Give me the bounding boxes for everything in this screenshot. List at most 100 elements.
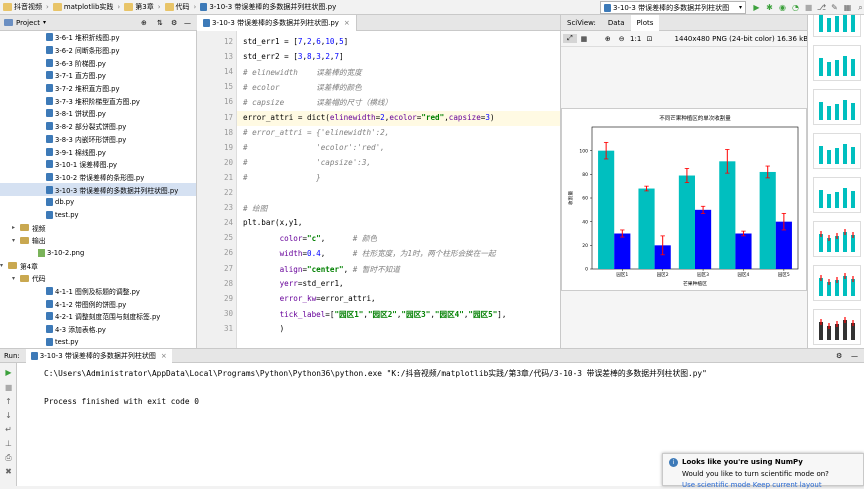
- close-icon[interactable]: ×: [344, 19, 350, 27]
- tree-file[interactable]: db.py: [0, 196, 196, 209]
- profile-icon[interactable]: ◔: [790, 2, 801, 13]
- editor-tab-current-file[interactable]: 3-10-3 带误差棒的多数据并列柱状图.py ×: [197, 15, 357, 31]
- tree-file[interactable]: 3-10-2.png: [0, 247, 196, 260]
- tree-file[interactable]: 4-1-2 带图例的饼图.py: [0, 297, 196, 310]
- breadcrumb-chapter[interactable]: 第3章: [121, 0, 156, 15]
- code-line[interactable]: error_kw=error_attri,: [243, 294, 376, 303]
- plot-thumbnail[interactable]: [813, 177, 861, 213]
- code-line[interactable]: std_err2 = [3,8,3,2,7]: [243, 52, 344, 61]
- tree-file[interactable]: 3-10-2 带误差棒的条形图.py: [0, 171, 196, 184]
- tree-file[interactable]: 3-9-1 棉线图.py: [0, 145, 196, 158]
- tree-folder[interactable]: ▾ 代码: [0, 272, 196, 285]
- wrench-icon[interactable]: ✎: [829, 2, 840, 13]
- chevron-down-icon[interactable]: ▾: [43, 19, 46, 26]
- breadcrumb-code[interactable]: 代码: [162, 0, 193, 15]
- print-icon[interactable]: ⎙: [3, 452, 14, 463]
- tree-file[interactable]: 4-1-1 图例及标题的调整.py: [0, 285, 196, 298]
- code-line[interactable]: tick_label=["园区1","园区2","园区3","园区4","园区5…: [243, 309, 507, 320]
- tab-plots[interactable]: Plots: [630, 14, 660, 31]
- code-line[interactable]: ): [243, 324, 285, 333]
- plot-thumbnail[interactable]: [813, 133, 861, 169]
- close-icon[interactable]: ×: [161, 352, 167, 360]
- code-line[interactable]: width=0.4, # 柱形宽度，为1时，两个柱形会挨在一起: [243, 248, 496, 259]
- code-line[interactable]: # capsize 误差帽的尺寸（横线）: [243, 97, 392, 108]
- tree-folder[interactable]: ▾ 第4章: [0, 259, 196, 272]
- expand-arrow-icon[interactable]: ▾: [0, 262, 8, 269]
- expand-arrow-icon[interactable]: ▾: [12, 275, 20, 282]
- zoom-in-icon[interactable]: ⊕: [601, 35, 615, 43]
- code-line[interactable]: # }: [243, 173, 321, 182]
- plot-thumbnail[interactable]: [813, 89, 861, 125]
- breadcrumb-root[interactable]: 抖音视频: [0, 0, 45, 15]
- tree-file[interactable]: 3-8-2 部分裂式饼图.py: [0, 120, 196, 133]
- tree-file[interactable]: 3-8-1 饼状图.py: [0, 107, 196, 120]
- code-line[interactable]: # elinewidth 误差棒的宽度: [243, 67, 362, 78]
- plot-thumbnail[interactable]: [813, 221, 861, 257]
- hide-icon[interactable]: —: [851, 352, 858, 360]
- fit-window-icon[interactable]: ⊡: [643, 35, 657, 43]
- structure-icon[interactable]: ▦: [842, 2, 853, 13]
- tree-folder[interactable]: ▾ 输出: [0, 234, 196, 247]
- code-line[interactable]: plt.bar(x,y1,: [243, 218, 302, 227]
- tree-file[interactable]: 3-6-1 堆积折线图.py: [0, 31, 196, 44]
- tree-file[interactable]: 3-6-3 阶梯图.py: [0, 56, 196, 69]
- arrow-up-icon[interactable]: ↑: [3, 396, 14, 407]
- code-line[interactable]: # 'capsize':3,: [243, 158, 371, 167]
- tree-folder[interactable]: ▸ 视频: [0, 221, 196, 234]
- notification-links[interactable]: Use scientific mode Keep current layout: [682, 481, 822, 489]
- rerun-icon[interactable]: ▶: [3, 367, 14, 378]
- tree-file[interactable]: test.py: [0, 209, 196, 222]
- plot-thumbnail[interactable]: [813, 265, 861, 301]
- tree-file[interactable]: 4-3 添加表格.py: [0, 323, 196, 336]
- stop-icon[interactable]: ■: [803, 2, 814, 13]
- actual-size-icon[interactable]: 1:1: [629, 35, 643, 43]
- sync-icon[interactable]: ⊕: [141, 19, 147, 27]
- vcs-icon[interactable]: ⎇: [816, 2, 827, 13]
- soft-wrap-icon[interactable]: ↵: [3, 424, 14, 435]
- tree-file[interactable]: 3-7-2 堆积直方图.py: [0, 82, 196, 95]
- plot-thumbnail[interactable]: [813, 15, 861, 37]
- coverage-icon[interactable]: ◉: [777, 2, 788, 13]
- gear-icon[interactable]: ⚙: [836, 352, 842, 360]
- code-line[interactable]: color="c", # 颜色: [243, 233, 378, 244]
- grid-icon[interactable]: ▦: [577, 35, 591, 43]
- tree-file[interactable]: 3-10-1 误差棒图.py: [0, 158, 196, 171]
- code-line[interactable]: # error_attri = {'elinewidth':2,: [243, 128, 389, 137]
- gear-icon[interactable]: ⚙: [171, 19, 177, 27]
- code-line[interactable]: align="center", # 暂时不知道: [243, 264, 400, 275]
- tree-file[interactable]: 4-2-1 调整刻度范围与刻度标签.py: [0, 310, 196, 323]
- run-tab[interactable]: 3-10-3 带误差棒的多数据并列柱状图 ×: [25, 348, 172, 363]
- code-line[interactable]: # 'ecolor':'red',: [243, 143, 385, 152]
- zoom-out-icon[interactable]: ⊖: [615, 35, 629, 43]
- code-line[interactable]: yerr=std_err1,: [243, 279, 344, 288]
- tree-file[interactable]: test.py: [0, 336, 196, 349]
- tree-file[interactable]: 3-7-3 堆积阶梯型直方图.py: [0, 94, 196, 107]
- tree-file[interactable]: 3-6-2 间断条形图.py: [0, 44, 196, 57]
- code-line[interactable]: std_err1 = [7,2,6,10,5]: [243, 37, 348, 46]
- code-editor[interactable]: 12 13 14 15 16 17 18 19 20 21 22 23 24 25 26 27 28 29 30 31…: [197, 31, 560, 348]
- breadcrumb-matplotlib[interactable]: matplotlib实践: [50, 0, 117, 15]
- code-area[interactable]: std_err1 = [7,2,6,10,5] std_err2 = [3,8,3…: [197, 31, 560, 348]
- arrow-down-icon[interactable]: ↓: [3, 410, 14, 421]
- breadcrumb-file[interactable]: 3-10-3 带误差棒的多数据并列柱状图.py: [197, 0, 339, 15]
- run-configuration-select[interactable]: 3-10-3 带误差棒的多数据并列柱状图 ▾: [600, 1, 746, 14]
- fit-icon[interactable]: ⤢: [563, 34, 577, 43]
- code-line[interactable]: # 绘图: [243, 203, 267, 214]
- plot-thumbnail[interactable]: [813, 309, 861, 345]
- debug-icon[interactable]: ✱: [764, 2, 775, 13]
- hide-icon[interactable]: —: [184, 19, 191, 27]
- expand-arrow-icon[interactable]: ▾: [12, 237, 20, 244]
- collapse-icon[interactable]: ⇅: [157, 19, 163, 27]
- tree-file[interactable]: 3-10-3 带误差棒的多数据并列柱状图.py: [0, 183, 196, 196]
- tree-file[interactable]: 3-8-3 内嵌环形饼图.py: [0, 133, 196, 146]
- tree-file[interactable]: 3-7-1 直方图.py: [0, 69, 196, 82]
- expand-arrow-icon[interactable]: ▸: [12, 224, 20, 231]
- search-icon[interactable]: ⌕: [855, 2, 864, 13]
- code-line[interactable]: # ecolor 误差棒的颜色: [243, 82, 362, 93]
- code-line[interactable]: error_attri = dict(elinewidth=2,ecolor="…: [243, 113, 495, 122]
- tab-data[interactable]: Data: [602, 15, 631, 31]
- trash-icon[interactable]: ✖: [3, 466, 14, 477]
- plot-thumbnail[interactable]: [813, 45, 861, 81]
- run-icon[interactable]: ▶: [751, 2, 762, 13]
- stop-icon[interactable]: ■: [3, 382, 14, 393]
